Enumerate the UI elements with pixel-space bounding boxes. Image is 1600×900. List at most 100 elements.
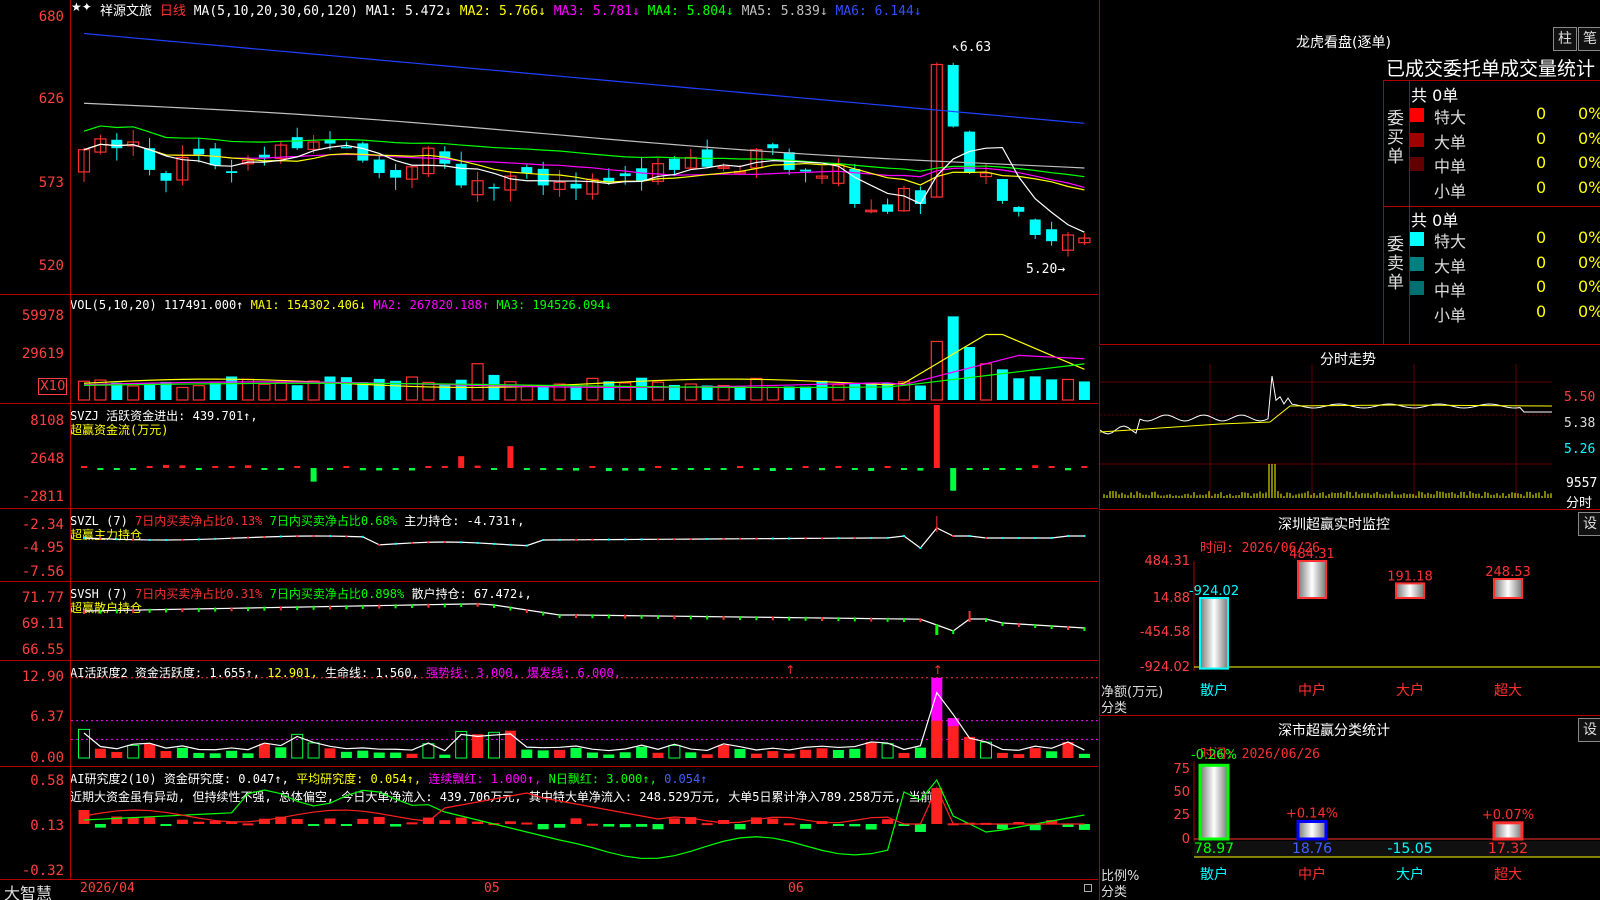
mf-dot: [952, 535, 955, 537]
retail-dot: [329, 605, 331, 610]
retail-dot: [919, 618, 922, 623]
ai-research-pane[interactable]: AI研究度2(10) 资金研究度: 0.047↑, 平均研究度: 0.054↑,…: [0, 768, 1098, 880]
flow-bar: [704, 468, 711, 470]
research-bar: [931, 788, 943, 824]
row-count: 0: [1536, 301, 1547, 321]
candle: [193, 148, 205, 155]
flow-bar: [130, 468, 137, 470]
stats-panel: 深市超赢分类统计 设 时间: 2026/06/26 75 50 25 0 -0.26% 7…: [1099, 717, 1600, 900]
retail-chart[interactable]: [0, 583, 1098, 661]
flow-bar: [753, 468, 760, 471]
retail-dot: [230, 607, 233, 612]
flow-bar: [474, 465, 481, 468]
candlestick-chart[interactable]: [0, 0, 1098, 295]
activity-bar: [914, 747, 926, 758]
mf-dot: [1017, 537, 1020, 539]
flow-bar: [1081, 466, 1088, 468]
candle: [455, 163, 467, 186]
lhb-title: 龙虎看盘(逐单): [1296, 35, 1391, 51]
activity-bar: [307, 742, 320, 759]
research-bar: [78, 810, 90, 824]
retail-line: [83, 603, 1085, 632]
money-flow-chart[interactable]: [0, 405, 1098, 509]
activity-bar: [554, 749, 566, 758]
stats-bar: [1492, 821, 1524, 841]
flow-bar: [261, 468, 268, 470]
retail-dot: [542, 611, 545, 616]
stats-xlabel: 分类: [1101, 885, 1128, 900]
mf-dot: [1001, 537, 1004, 539]
activity-bar: [176, 747, 188, 758]
row-percent: 0%: [1578, 252, 1600, 272]
research-bar: [357, 818, 369, 824]
activity-chart[interactable]: ↑ ↑: [0, 662, 1098, 767]
retail-dot: [607, 614, 610, 619]
retail-dot: [394, 604, 397, 609]
stats-bar-chart[interactable]: 75 50 25 0 -0.26% 78.97 散户 +0.14% 18.76 中户 -15.05 大…: [1100, 717, 1600, 900]
activity-bar: [111, 751, 123, 758]
candle: [488, 187, 500, 189]
retail-dot: [575, 614, 577, 618]
activity-bar: [1013, 754, 1025, 758]
retail-dot: [952, 630, 955, 634]
research-bar: [603, 824, 615, 827]
research-bar: [291, 818, 303, 824]
mf-dot: [575, 538, 577, 541]
retail-dot: [1050, 625, 1053, 629]
volume-bar: [914, 385, 926, 400]
svzj-pane[interactable]: SVZJ 活跃资金进出: 439.701↑, 超赢资金流(万元) 8108 26…: [0, 405, 1098, 509]
research-bar: [914, 824, 926, 832]
retail-dot: [657, 615, 659, 619]
lhb-subtitle: 已成交委托单成交量统计: [1386, 58, 1596, 80]
y-tick: 5.38: [1564, 416, 1596, 431]
research-chart[interactable]: [0, 768, 1098, 880]
row-name: 中单: [1434, 281, 1467, 300]
research-bar: [636, 824, 648, 827]
mf-dot: [411, 541, 413, 544]
y-tick: 484.31: [1145, 554, 1191, 569]
bar-mode-button[interactable]: 柱: [1553, 27, 1577, 51]
y-tick: 0: [1182, 832, 1190, 847]
intraday-chart[interactable]: [1100, 346, 1600, 510]
research-bar: [652, 824, 664, 830]
research-bar: [176, 819, 188, 824]
mf-dot: [525, 544, 528, 547]
research-bar: [800, 824, 812, 829]
stats-bar: [1198, 763, 1230, 841]
svsh-pane[interactable]: SVSH (7) 7日内买卖净占比0.31% 7日内买卖净占比0.898% 散户…: [0, 583, 1098, 661]
research-bar: [127, 817, 139, 824]
lhb-row: 大单 0 0%: [1410, 129, 1600, 153]
retail-dot: [165, 608, 167, 613]
mf-dot: [509, 543, 512, 546]
monitor-bar-chart[interactable]: 484.31 14.88 -454.58 -924.02 -924.02 散户 484.31…: [1100, 511, 1600, 716]
fenshi-vol: 9557: [1566, 476, 1598, 491]
flow-bar: [950, 468, 957, 491]
ai-activity-pane[interactable]: AI活跃度2 资金活跃度: 1.655↑, 12.901, 生命线: 1.560…: [0, 662, 1098, 767]
row-percent: 0%: [1578, 153, 1600, 172]
mf-dot: [181, 538, 184, 541]
tick-mode-button[interactable]: 笔: [1578, 27, 1600, 51]
svzl-pane[interactable]: SVZL (7) 7日内买卖净占比0.13% 7日内买卖净占比0.68% 主力持…: [0, 510, 1098, 582]
brand-label[interactable]: 大智慧: [4, 880, 52, 900]
flow-bar: [113, 468, 120, 470]
volume-pane[interactable]: VOL(5,10,20) 117491.000↑ MA1: 154302.406…: [0, 296, 1098, 404]
candle: [882, 204, 894, 212]
retail-dot: [624, 614, 627, 619]
buy-side-label: 委买单: [1387, 109, 1404, 167]
fenshi-panel[interactable]: 分时走势 5.50 5.38 5.26 9557 分时: [1099, 346, 1600, 511]
lock-icon[interactable]: [1084, 884, 1092, 892]
flow-bar: [556, 468, 563, 471]
pane-divider: [70, 0, 71, 880]
activity-bar: [603, 754, 615, 758]
volume-chart[interactable]: [0, 296, 1098, 404]
activity-bar: [750, 753, 762, 758]
main-price-pane[interactable]: ★✦ 祥源文旅 日线 MA(5,10,20,30,60,120) MA1: 5.…: [0, 0, 1098, 295]
candle: [537, 168, 549, 186]
retail-dot: [739, 616, 741, 620]
main-force-chart[interactable]: [0, 510, 1098, 582]
price-line: [1100, 375, 1552, 435]
activity-bar: [275, 747, 287, 758]
color-swatch: [1410, 108, 1424, 122]
activity-bar: [144, 743, 156, 758]
flow-bar: [1065, 468, 1071, 471]
